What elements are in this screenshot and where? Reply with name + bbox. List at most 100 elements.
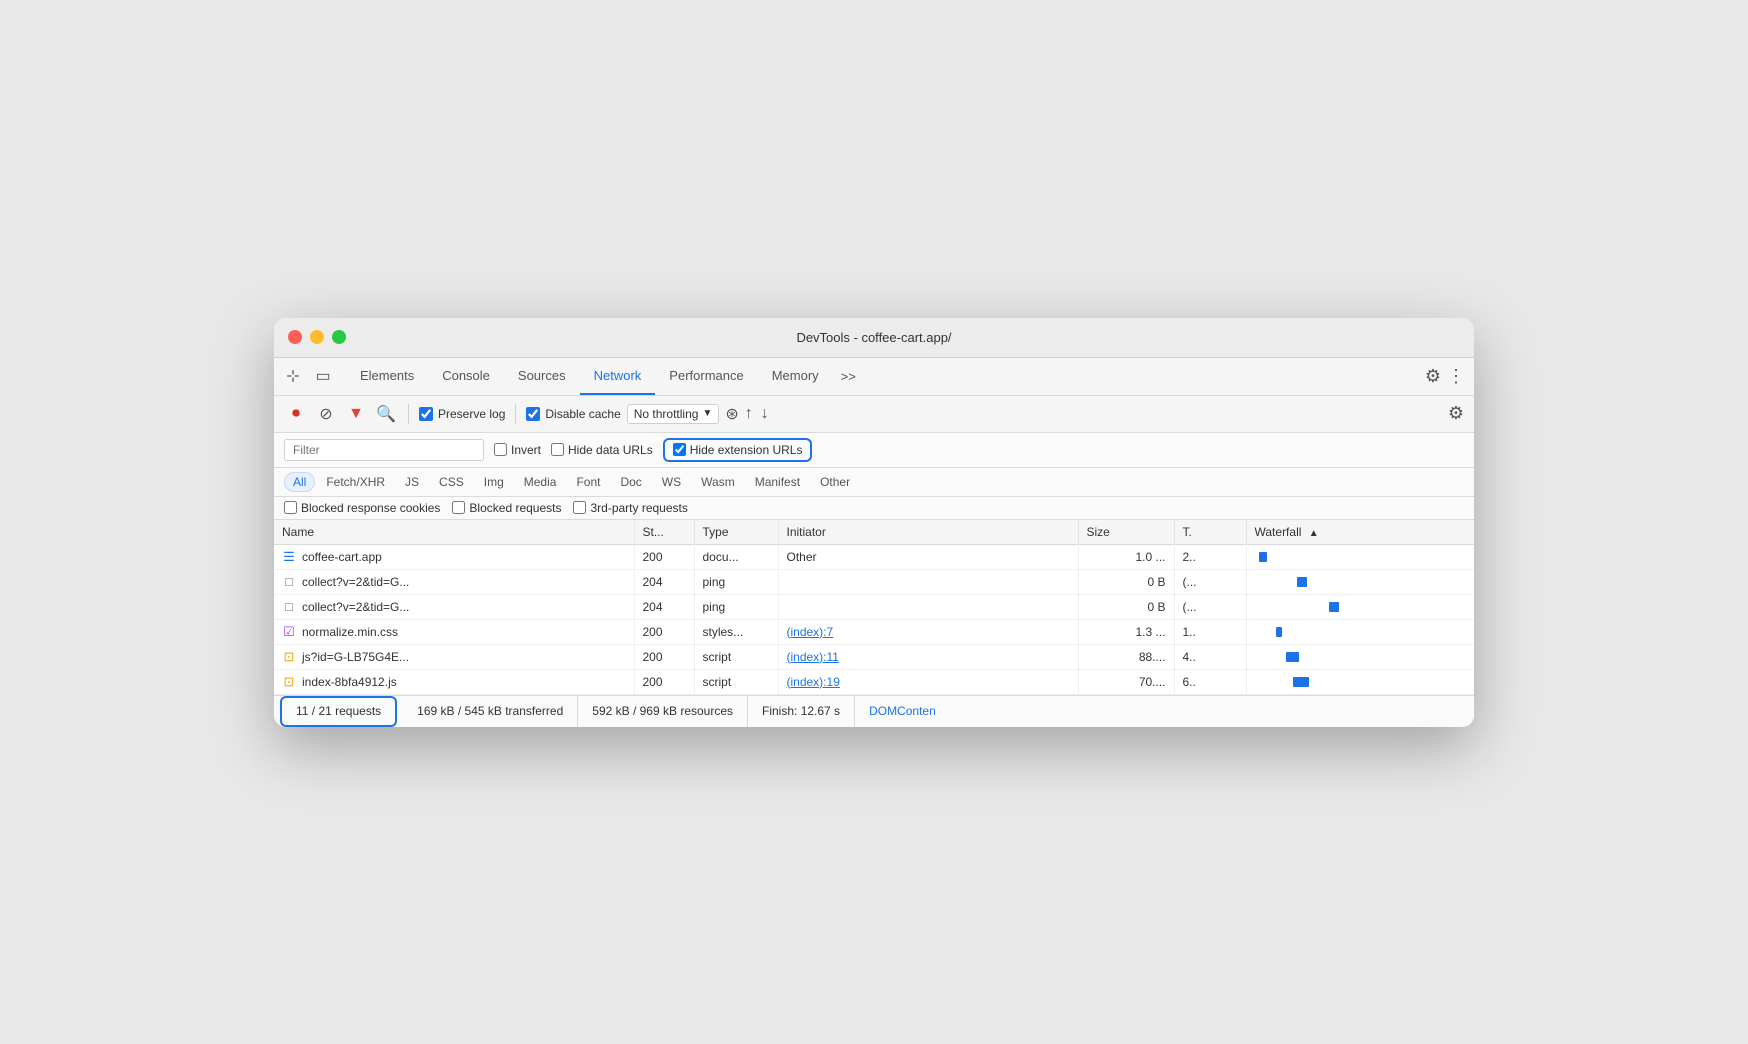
tab-performance[interactable]: Performance: [655, 357, 757, 395]
name-cell[interactable]: ⊡ index-8bfa4912.js: [274, 669, 634, 694]
blocked-requests-checkbox[interactable]: [452, 501, 465, 514]
waterfall-cell: [1246, 594, 1474, 619]
tab-console[interactable]: Console: [428, 357, 504, 395]
type-filter-fetch-xhr[interactable]: Fetch/XHR: [317, 472, 394, 492]
initiator-cell[interactable]: [778, 569, 1078, 594]
size-cell: 1.0 ...: [1078, 544, 1174, 569]
table-row[interactable]: □ collect?v=2&tid=G... 204 ping 0 B (...: [274, 569, 1474, 594]
name-cell[interactable]: □ collect?v=2&tid=G...: [274, 594, 634, 619]
tab-network[interactable]: Network: [580, 357, 656, 395]
hide-ext-label[interactable]: Hide extension URLs: [673, 443, 803, 457]
row-type-icon: ⊡: [282, 675, 296, 689]
clear-button[interactable]: ⊘: [314, 402, 338, 426]
throttle-select[interactable]: No throttling ▼: [627, 404, 720, 424]
settings-icon[interactable]: ⚙: [1425, 366, 1441, 387]
type-filter-font[interactable]: Font: [567, 472, 609, 492]
requests-count: 11 / 21 requests: [280, 696, 397, 727]
waterfall-bar: [1286, 652, 1299, 662]
network-toolbar: ⏺ ⊘ ▼ 🔍 Preserve log Disable cache No th…: [274, 396, 1474, 433]
import-icon[interactable]: ↑: [745, 405, 753, 423]
type-filter-manifest[interactable]: Manifest: [746, 472, 809, 492]
blocked-requests-label[interactable]: Blocked requests: [452, 501, 561, 515]
resources-size: 592 kB / 969 kB resources: [578, 696, 748, 727]
table-row[interactable]: ☑ normalize.min.css 200 styles... (index…: [274, 619, 1474, 644]
disable-cache-label[interactable]: Disable cache: [526, 407, 620, 421]
name-cell[interactable]: ⊡ js?id=G-LB75G4E...: [274, 644, 634, 669]
transferred-size: 169 kB / 545 kB transferred: [403, 696, 578, 727]
col-header-initiator[interactable]: Initiator: [778, 520, 1078, 545]
invert-label[interactable]: Invert: [494, 443, 541, 457]
hide-data-checkbox[interactable]: [551, 443, 564, 456]
col-header-waterfall[interactable]: Waterfall ▲: [1246, 520, 1474, 545]
waterfall-cell: [1246, 619, 1474, 644]
request-filter-row: Blocked response cookies Blocked request…: [274, 497, 1474, 520]
row-type-icon: ⊡: [282, 650, 296, 664]
tab-elements[interactable]: Elements: [346, 357, 428, 395]
blocked-cookies-checkbox[interactable]: [284, 501, 297, 514]
initiator-cell[interactable]: (index):11: [778, 644, 1078, 669]
type-filter-ws[interactable]: WS: [653, 472, 690, 492]
initiator-cell[interactable]: (index):19: [778, 669, 1078, 694]
invert-checkbox[interactable]: [494, 443, 507, 456]
more-options-icon[interactable]: ⋮: [1447, 366, 1466, 387]
tab-sources[interactable]: Sources: [504, 357, 580, 395]
col-header-size[interactable]: Size: [1078, 520, 1174, 545]
hide-data-label[interactable]: Hide data URLs: [551, 443, 653, 457]
initiator-cell[interactable]: [778, 594, 1078, 619]
preserve-log-checkbox[interactable]: [419, 407, 433, 421]
table-row[interactable]: □ collect?v=2&tid=G... 204 ping 0 B (...: [274, 594, 1474, 619]
type-filter-css[interactable]: CSS: [430, 472, 473, 492]
filter-icon[interactable]: ▼: [344, 402, 368, 426]
network-settings-icon[interactable]: ⚙: [1448, 403, 1464, 424]
preserve-log-label[interactable]: Preserve log: [419, 407, 505, 421]
disable-cache-checkbox[interactable]: [526, 407, 540, 421]
tab-memory[interactable]: Memory: [758, 357, 833, 395]
initiator-link[interactable]: (index):19: [787, 675, 840, 689]
type-filter-img[interactable]: Img: [475, 472, 513, 492]
size-cell: 88....: [1078, 644, 1174, 669]
initiator-text: Other: [787, 550, 817, 564]
col-header-status[interactable]: St...: [634, 520, 694, 545]
row-type-icon: ☰: [282, 550, 296, 564]
name-cell[interactable]: ☑ normalize.min.css: [274, 619, 634, 644]
initiator-link[interactable]: (index):7: [787, 625, 834, 639]
table-row[interactable]: ☰ coffee-cart.app 200 docu... Other 1.0 …: [274, 544, 1474, 569]
type-filter-js[interactable]: JS: [396, 472, 428, 492]
table-row[interactable]: ⊡ js?id=G-LB75G4E... 200 script (index):…: [274, 644, 1474, 669]
waterfall-bar: [1259, 552, 1267, 562]
close-button[interactable]: [288, 330, 302, 344]
name-cell[interactable]: ☰ coffee-cart.app: [274, 544, 634, 569]
waterfall-cell: [1246, 569, 1474, 594]
type-filter-doc[interactable]: Doc: [611, 472, 650, 492]
network-table-wrapper[interactable]: Name St... Type Initiator Size T. Waterf…: [274, 520, 1474, 695]
third-party-label[interactable]: 3rd-party requests: [573, 501, 687, 515]
col-header-name[interactable]: Name: [274, 520, 634, 545]
search-button[interactable]: 🔍: [374, 402, 398, 426]
dom-content-loaded: DOMConten: [855, 696, 950, 727]
device-icon[interactable]: ▭: [312, 365, 334, 387]
type-filter-all[interactable]: All: [284, 472, 315, 492]
initiator-cell[interactable]: (index):7: [778, 619, 1078, 644]
type-filter-media[interactable]: Media: [515, 472, 566, 492]
hide-ext-checkbox[interactable]: [673, 443, 686, 456]
maximize-button[interactable]: [332, 330, 346, 344]
name-cell[interactable]: □ collect?v=2&tid=G...: [274, 569, 634, 594]
col-header-type[interactable]: Type: [694, 520, 778, 545]
cursor-icon[interactable]: ⊹: [282, 365, 304, 387]
third-party-checkbox[interactable]: [573, 501, 586, 514]
type-filter-wasm[interactable]: Wasm: [692, 472, 744, 492]
tab-more-button[interactable]: >>: [833, 369, 864, 384]
time-cell: 1..: [1174, 619, 1246, 644]
sort-arrow-icon: ▲: [1309, 528, 1319, 539]
blocked-cookies-label[interactable]: Blocked response cookies: [284, 501, 440, 515]
network-conditions-icon[interactable]: ⊛: [725, 404, 738, 424]
initiator-cell[interactable]: Other: [778, 544, 1078, 569]
table-row[interactable]: ⊡ index-8bfa4912.js 200 script (index):1…: [274, 669, 1474, 694]
type-filter-other[interactable]: Other: [811, 472, 859, 492]
col-header-time[interactable]: T.: [1174, 520, 1246, 545]
export-icon[interactable]: ↓: [761, 405, 769, 423]
initiator-link[interactable]: (index):11: [787, 650, 839, 664]
minimize-button[interactable]: [310, 330, 324, 344]
stop-recording-button[interactable]: ⏺: [284, 402, 308, 426]
filter-input[interactable]: [284, 439, 484, 461]
